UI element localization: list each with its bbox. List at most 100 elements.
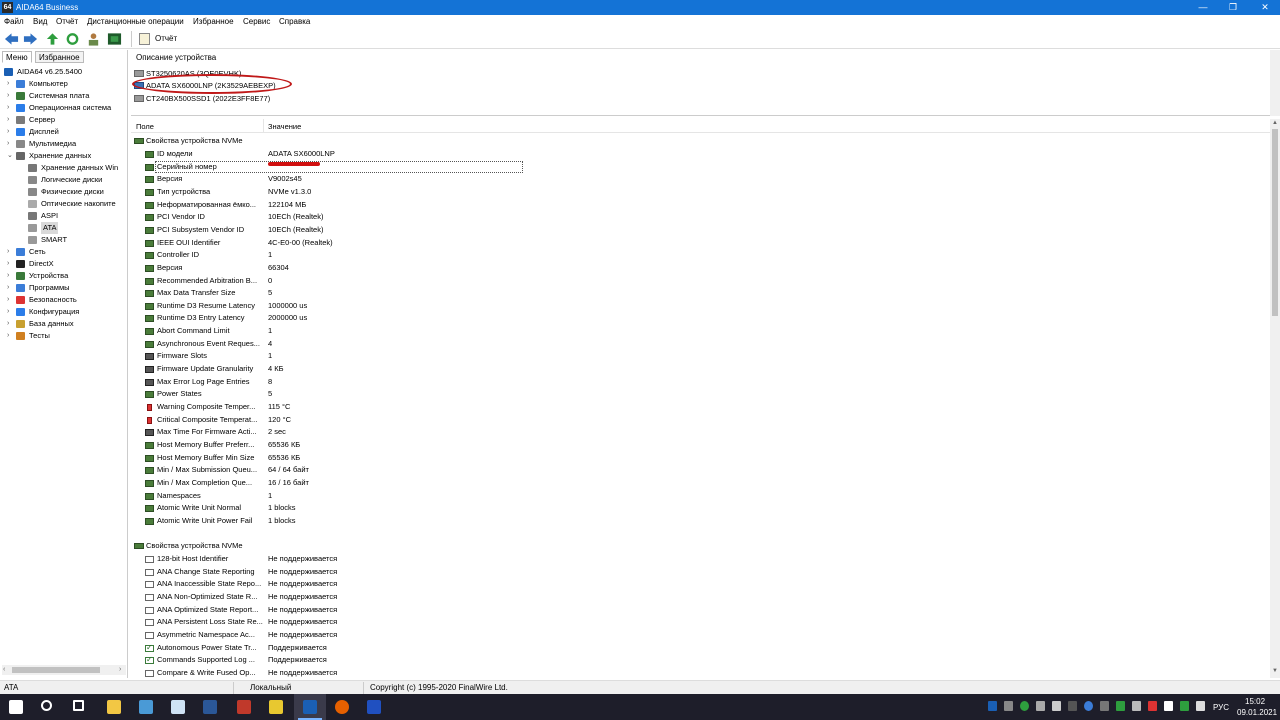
device-list-scrollbar[interactable] [1270, 50, 1280, 116]
scroll-down-arrow[interactable]: ▼ [1270, 668, 1280, 674]
app-taskbar-button[interactable] [130, 694, 162, 720]
property-row[interactable]: Неформатированная ёмко... 122104 МБ [131, 199, 1270, 211]
property-row[interactable]: ANA Persistent Loss State Re... Не поддер… [131, 616, 1270, 628]
property-row[interactable]: 128-bit Host Identifier Не поддерживается [131, 553, 1270, 565]
tray-icon[interactable] [1116, 701, 1125, 711]
scroll-left-arrow[interactable]: ‹ [3, 665, 5, 675]
user-icon[interactable] [86, 32, 101, 46]
refresh-icon[interactable] [65, 32, 80, 46]
property-row[interactable]: Runtime D3 Resume Latency 1000000 us [131, 300, 1270, 312]
tray-icon[interactable] [1052, 701, 1061, 711]
tree-expander[interactable]: › [7, 114, 15, 126]
aida64-tray-icon[interactable] [988, 701, 997, 711]
property-row[interactable]: ANA Optimized State Report... Не поддержи… [131, 604, 1270, 616]
menu-remote[interactable]: Дистанционные операции [87, 17, 184, 27]
property-row[interactable]: Min / Max Submission Queu... 64 / 64 байт [131, 464, 1270, 476]
up-icon[interactable] [45, 32, 60, 46]
property-row[interactable]: Abort Command Limit 1 [131, 325, 1270, 337]
menu-help[interactable]: Справка [279, 17, 310, 27]
property-row[interactable]: Asynchronous Event Reques... 4 [131, 338, 1270, 350]
tree-expander[interactable]: › [7, 90, 15, 102]
report-button[interactable]: Отчёт [137, 31, 177, 47]
flag-icon[interactable] [1164, 701, 1173, 711]
property-row[interactable]: Host Memory Buffer Min Size 65536 КБ [131, 452, 1270, 464]
tree-expander[interactable]: ⌄ [7, 150, 15, 162]
property-row[interactable]: Namespaces 1 [131, 490, 1270, 502]
property-row[interactable]: Power States 5 [131, 388, 1270, 400]
property-row[interactable]: Версия 66304 [131, 262, 1270, 274]
tree-expander[interactable]: › [7, 78, 15, 90]
left-horizontal-scrollbar[interactable]: ‹ › [2, 665, 126, 675]
scroll-thumb[interactable] [1272, 129, 1278, 316]
tray-icon[interactable] [1004, 701, 1013, 711]
property-row[interactable]: Compare & Write Fused Op... Не поддержива… [131, 667, 1270, 679]
firefox-taskbar-button[interactable] [326, 694, 358, 720]
scroll-thumb[interactable] [12, 667, 100, 673]
tray-icon[interactable] [1100, 701, 1109, 711]
tree-expander[interactable]: › [7, 138, 15, 150]
tree-expander[interactable]: › [7, 246, 15, 258]
property-row[interactable]: Atomic Write Unit Power Fail 1 blocks [131, 515, 1270, 527]
property-row[interactable]: Тип устройства NVMe v1.3.0 [131, 186, 1270, 198]
property-row[interactable]: Max Data Transfer Size 5 [131, 287, 1270, 299]
grid-vertical-scrollbar[interactable]: ▲ ▼ [1270, 119, 1280, 678]
property-row[interactable]: Recommended Arbitration B... 0 [131, 275, 1270, 287]
property-row[interactable]: Atomic Write Unit Normal 1 blocks [131, 502, 1270, 514]
column-divider[interactable] [263, 119, 264, 133]
menu-report[interactable]: Отчёт [56, 17, 78, 27]
property-row[interactable]: Min / Max Completion Que... 16 / 16 байт [131, 477, 1270, 489]
property-row[interactable]: PCI Vendor ID 10ECh (Realtek) [131, 211, 1270, 223]
property-row[interactable]: ANA Change State Reporting Не поддерживае… [131, 566, 1270, 578]
chip-icon[interactable] [107, 32, 122, 46]
tree-expander[interactable]: › [7, 102, 15, 114]
tree-expander[interactable]: › [7, 258, 15, 270]
tree-expander[interactable]: › [7, 318, 15, 330]
property-row[interactable]: ANA Inaccessible State Repo... Не поддерж… [131, 578, 1270, 590]
tray-icon[interactable] [1036, 701, 1045, 711]
clock-time[interactable]: 15:02 [1245, 697, 1265, 706]
tray-icon[interactable] [1068, 701, 1077, 711]
tree-expander[interactable]: › [7, 294, 15, 306]
notepad-taskbar-button[interactable] [162, 694, 194, 720]
tray-icon[interactable] [1180, 701, 1189, 711]
property-row[interactable]: Controller ID 1 [131, 249, 1270, 261]
app2-taskbar-button[interactable] [228, 694, 260, 720]
property-row[interactable]: Autonomous Power State Tr... Поддерживает… [131, 642, 1270, 654]
search-taskbar-button[interactable] [32, 694, 64, 720]
menu-view[interactable]: Вид [33, 17, 47, 27]
tab-favorites[interactable]: Избранное [35, 51, 84, 63]
network-icon[interactable] [1132, 701, 1141, 711]
task-view-taskbar-button[interactable] [64, 694, 96, 720]
tree-expander[interactable]: › [7, 306, 15, 318]
word-taskbar-button[interactable] [194, 694, 226, 720]
app3-taskbar-button[interactable] [260, 694, 292, 720]
tray-icon[interactable] [1084, 701, 1093, 711]
minimize-button[interactable]: — [1188, 0, 1218, 15]
menu-file[interactable]: Файл [4, 17, 24, 27]
clock-date[interactable]: 09.01.2021 [1237, 708, 1277, 717]
property-row[interactable]: Warning Composite Temper... 115 °C [131, 401, 1270, 413]
property-row[interactable]: Max Time For Firmware Acti... 2 sec [131, 426, 1270, 438]
tray-icon[interactable] [1148, 701, 1157, 711]
tab-menu[interactable]: Меню [2, 51, 32, 63]
scroll-up-arrow[interactable]: ▲ [1270, 120, 1280, 126]
close-button[interactable]: ✕ [1250, 0, 1280, 15]
property-row[interactable]: Asymmetric Namespace Ac... Не поддерживае… [131, 629, 1270, 641]
property-row[interactable]: PCI Subsystem Vendor ID 10ECh (Realtek) [131, 224, 1270, 236]
file-explorer-taskbar-button[interactable] [98, 694, 130, 720]
property-row[interactable]: IEEE OUI Identifier 4C-E0-00 (Realtek) [131, 237, 1270, 249]
column-field[interactable]: Поле [136, 122, 154, 131]
menu-favorites[interactable]: Избранное [193, 17, 234, 27]
aida64-taskbar-button[interactable] [294, 694, 326, 720]
property-row[interactable]: ANA Non-Optimized State R... Не поддержив… [131, 591, 1270, 603]
property-row[interactable]: Firmware Update Granularity 4 КБ [131, 363, 1270, 375]
property-row[interactable]: ID модели ADATA SX6000LNP [131, 148, 1270, 160]
property-row[interactable]: Critical Composite Temperat... 120 °C [131, 414, 1270, 426]
property-row[interactable]: Commands Supported Log ... Поддерживается [131, 654, 1270, 666]
column-value[interactable]: Значение [268, 122, 301, 131]
property-row[interactable]: Firmware Slots 1 [131, 350, 1270, 362]
tree-expander[interactable]: › [7, 330, 15, 342]
volume-icon[interactable] [1196, 701, 1205, 711]
forward-icon[interactable] [23, 32, 38, 46]
tree-expander[interactable]: › [7, 126, 15, 138]
